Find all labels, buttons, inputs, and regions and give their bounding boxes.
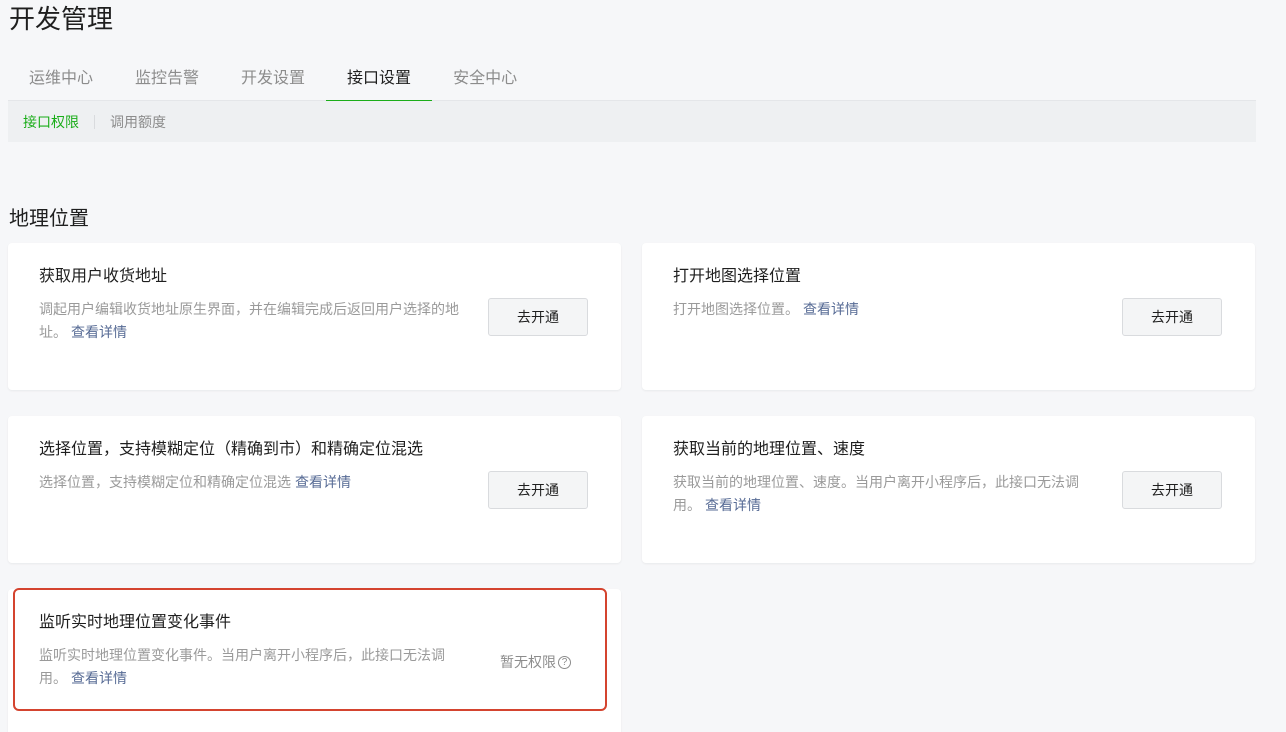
api-card-choose-fuzzy-location: 选择位置，支持模糊定位（精确到市）和精确定位混选 选择位置，支持模糊定位和精确定… — [8, 416, 621, 563]
card-title: 选择位置，支持模糊定位（精确到市）和精确定位混选 — [39, 441, 424, 458]
section-title: 地理位置 — [9, 208, 89, 230]
api-card-choose-location: 打开地图选择位置 打开地图选择位置。 查看详情 去开通 — [642, 243, 1255, 390]
enable-button[interactable]: 去开通 — [1122, 298, 1222, 336]
card-title: 打开地图选择位置 — [673, 268, 802, 285]
tab-monitoring-alerts[interactable]: 监控告警 — [114, 56, 220, 101]
subnav-api-permissions[interactable]: 接口权限 — [23, 112, 79, 132]
tab-bar: 运维中心 监控告警 开发设置 接口设置 安全中心 — [8, 56, 1256, 102]
subnav-divider — [94, 114, 95, 129]
page-title: 开发管理 — [9, 4, 114, 34]
enable-button[interactable]: 去开通 — [488, 298, 588, 336]
tab-api-settings[interactable]: 接口设置 — [326, 56, 433, 102]
view-details-link[interactable]: 查看详情 — [295, 474, 351, 490]
tab-ops-center[interactable]: 运维中心 — [8, 56, 114, 101]
tab-dev-settings[interactable]: 开发设置 — [220, 56, 326, 101]
card-title: 获取用户收货地址 — [39, 268, 168, 285]
card-description: 选择位置，支持模糊定位和精确定位混选 查看详情 — [39, 471, 459, 494]
api-card-location-change: 监听实时地理位置变化事件 监听实时地理位置变化事件。当用户离开小程序后，此接口无… — [8, 589, 621, 732]
view-details-link[interactable]: 查看详情 — [705, 497, 761, 513]
subnav-call-quota[interactable]: 调用额度 — [110, 112, 166, 132]
card-description: 调起用户编辑收货地址原生界面，并在编辑完成后返回用户选择的地址。 查看详情 — [39, 298, 459, 344]
card-description: 打开地图选择位置。 查看详情 — [673, 298, 1093, 321]
view-details-link[interactable]: 查看详情 — [71, 324, 127, 340]
sub-navigation: 接口权限 调用额度 — [8, 101, 1256, 142]
card-title: 监听实时地理位置变化事件 — [39, 614, 232, 631]
no-permission-status: 暂无权限 ? — [500, 652, 571, 672]
card-description: 监听实时地理位置变化事件。当用户离开小程序后，此接口无法调用。 查看详情 — [39, 644, 459, 690]
card-description: 获取当前的地理位置、速度。当用户离开小程序后，此接口无法调用。 查看详情 — [673, 471, 1093, 517]
card-description-text: 打开地图选择位置。 — [673, 301, 799, 317]
api-card-get-location: 获取当前的地理位置、速度 获取当前的地理位置、速度。当用户离开小程序后，此接口无… — [642, 416, 1255, 563]
question-circle-icon[interactable]: ? — [558, 655, 571, 669]
no-permission-label: 暂无权限 — [500, 654, 556, 670]
api-card-get-address: 获取用户收货地址 调起用户编辑收货地址原生界面，并在编辑完成后返回用户选择的地址… — [8, 243, 621, 390]
view-details-link[interactable]: 查看详情 — [71, 670, 127, 686]
card-title: 获取当前的地理位置、速度 — [673, 441, 866, 458]
enable-button[interactable]: 去开通 — [488, 471, 588, 509]
card-description-text: 选择位置，支持模糊定位和精确定位混选 — [39, 474, 291, 490]
tab-security-center[interactable]: 安全中心 — [432, 56, 538, 101]
enable-button[interactable]: 去开通 — [1122, 471, 1222, 509]
view-details-link[interactable]: 查看详情 — [803, 301, 859, 317]
